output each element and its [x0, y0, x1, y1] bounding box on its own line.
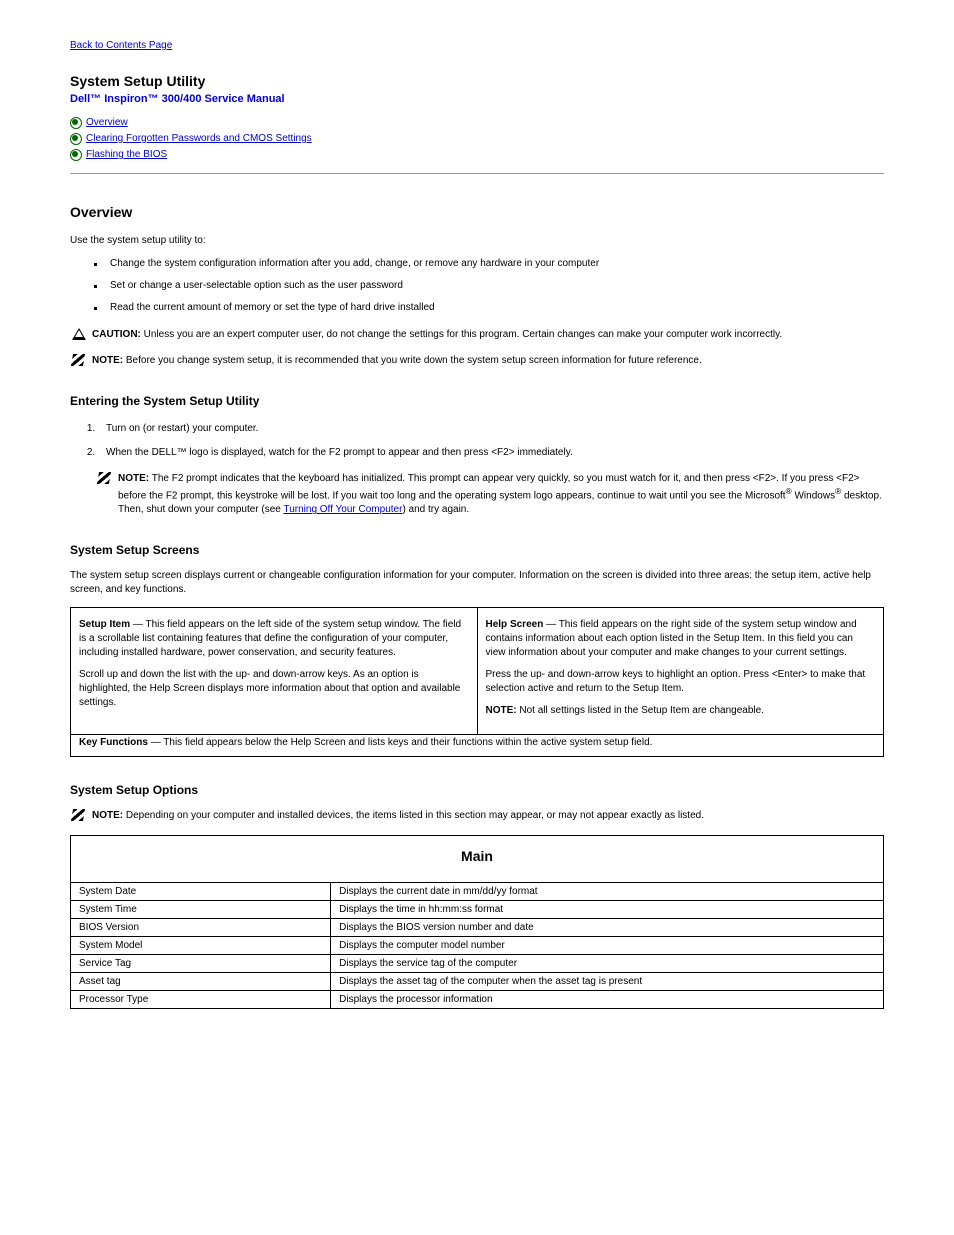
note-text-part: ) and try again. — [402, 504, 469, 515]
dash: — — [546, 619, 556, 630]
note-label: NOTE: — [118, 473, 149, 484]
table-row: System ModelDisplays the computer model … — [71, 937, 884, 955]
note-label: NOTE: — [92, 355, 123, 366]
page-title: System Setup Utility — [70, 73, 884, 89]
option-val: Displays the BIOS version number and dat… — [331, 919, 884, 937]
note-text: Before you change system setup, it is re… — [126, 355, 702, 366]
note-text: Depending on your computer and installed… — [126, 810, 704, 821]
setup-item-cell: Setup Item — This field appears on the l… — [71, 608, 478, 735]
help-screen-p2: Press the up- and down-arrow keys to hig… — [486, 668, 876, 696]
table-row: Service TagDisplays the service tag of t… — [71, 955, 884, 973]
overview-intro: Use the system setup utility to: — [70, 234, 884, 248]
overview-use-item: Set or change a user-selectable option s… — [98, 278, 884, 294]
caution-icon — [72, 328, 86, 340]
screens-heading: System Setup Screens — [70, 543, 884, 557]
overview-uses-list: Change the system configuration informat… — [70, 256, 884, 316]
options-note-box: NOTE: Depending on your computer and ins… — [70, 809, 884, 823]
key-functions-desc: This field appears below the Help Screen… — [161, 737, 653, 748]
option-key: Asset tag — [71, 973, 331, 991]
note-box: NOTE: Before you change system setup, it… — [70, 354, 884, 368]
toc-flashing-link[interactable]: Flashing the BIOS — [86, 149, 167, 160]
note-icon — [71, 809, 85, 821]
option-val: Displays the processor information — [331, 991, 884, 1009]
key-functions-title: Key Functions — [79, 737, 148, 748]
screens-table: Setup Item — This field appears on the l… — [70, 607, 884, 757]
note-text-part: The F2 prompt indicates that the keyboar… — [118, 473, 859, 501]
option-val: Displays the asset tag of the computer w… — [331, 973, 884, 991]
step2-text2: immediately. — [515, 447, 573, 458]
option-val: Displays the computer model number — [331, 937, 884, 955]
caution-text: Unless you are an expert computer user, … — [144, 329, 782, 340]
help-screen-cell: Help Screen — This field appears on the … — [477, 608, 884, 735]
option-key: BIOS Version — [71, 919, 331, 937]
key-functions-cell: Key Functions — This field appears below… — [71, 735, 884, 757]
overview-heading: Overview — [70, 204, 884, 220]
table-row: BIOS VersionDisplays the BIOS version nu… — [71, 919, 884, 937]
step2-text: When the DELL™ logo is displayed, watch … — [106, 447, 491, 458]
table-row: Asset tagDisplays the asset tag of the c… — [71, 973, 884, 991]
help-screen-title: Help Screen — [486, 619, 544, 630]
option-key: System Model — [71, 937, 331, 955]
option-val: Displays the current date in mm/dd/yy fo… — [331, 883, 884, 901]
option-key: System Time — [71, 901, 331, 919]
step-item: When the DELL™ logo is displayed, watch … — [98, 444, 884, 462]
toc-clearing-link[interactable]: Clearing Forgotten Passwords and CMOS Se… — [86, 133, 312, 144]
note-icon — [71, 354, 85, 366]
note-icon — [97, 472, 111, 484]
note-text-part: Windows — [792, 490, 835, 501]
back-to-contents-link[interactable]: Back to Contents Page — [70, 40, 172, 51]
overview-use-item: Read the current amount of memory or set… — [98, 300, 884, 316]
divider — [70, 173, 884, 174]
option-key: System Date — [71, 883, 331, 901]
screens-intro: The system setup screen displays current… — [70, 569, 884, 597]
options-table: Main System DateDisplays the current dat… — [70, 835, 884, 1009]
overview-use-item: Change the system configuration informat… — [98, 256, 884, 272]
option-key: Processor Type — [71, 991, 331, 1009]
note-label: NOTE: — [92, 810, 123, 821]
table-of-contents: Overview Clearing Forgotten Passwords an… — [70, 115, 884, 163]
turning-off-link[interactable]: Turning Off Your Computer — [283, 504, 402, 515]
option-key: Service Tag — [71, 955, 331, 973]
table-row: Processor TypeDisplays the processor inf… — [71, 991, 884, 1009]
step-item: Turn on (or restart) your computer. — [98, 420, 884, 438]
options-heading: System Setup Options — [70, 783, 884, 797]
help-note-label: NOTE: — [486, 705, 517, 716]
note-box-f2: NOTE: The F2 prompt indicates that the k… — [96, 472, 884, 517]
caution-box: CAUTION: Unless you are an expert comput… — [70, 328, 884, 342]
options-table-header: Main — [71, 836, 884, 883]
option-val: Displays the time in hh:mm:ss format — [331, 901, 884, 919]
manual-title: Dell™ Inspiron™ 300/400 Service Manual — [70, 93, 884, 105]
dash: — — [133, 619, 143, 630]
table-row: System DateDisplays the current date in … — [71, 883, 884, 901]
table-row: System TimeDisplays the time in hh:mm:ss… — [71, 901, 884, 919]
entering-steps: Turn on (or restart) your computer. When… — [70, 420, 884, 462]
step2-key: <F2> — [491, 447, 514, 458]
option-val: Displays the service tag of the computer — [331, 955, 884, 973]
setup-item-p2: Scroll up and down the list with the up-… — [79, 668, 469, 710]
toc-overview-link[interactable]: Overview — [86, 117, 128, 128]
entering-heading: Entering the System Setup Utility — [70, 394, 884, 408]
dash: — — [151, 737, 161, 748]
caution-label: CAUTION: — [92, 329, 141, 340]
help-note-text: Not all settings listed in the Setup Ite… — [517, 705, 764, 716]
setup-item-title: Setup Item — [79, 619, 130, 630]
